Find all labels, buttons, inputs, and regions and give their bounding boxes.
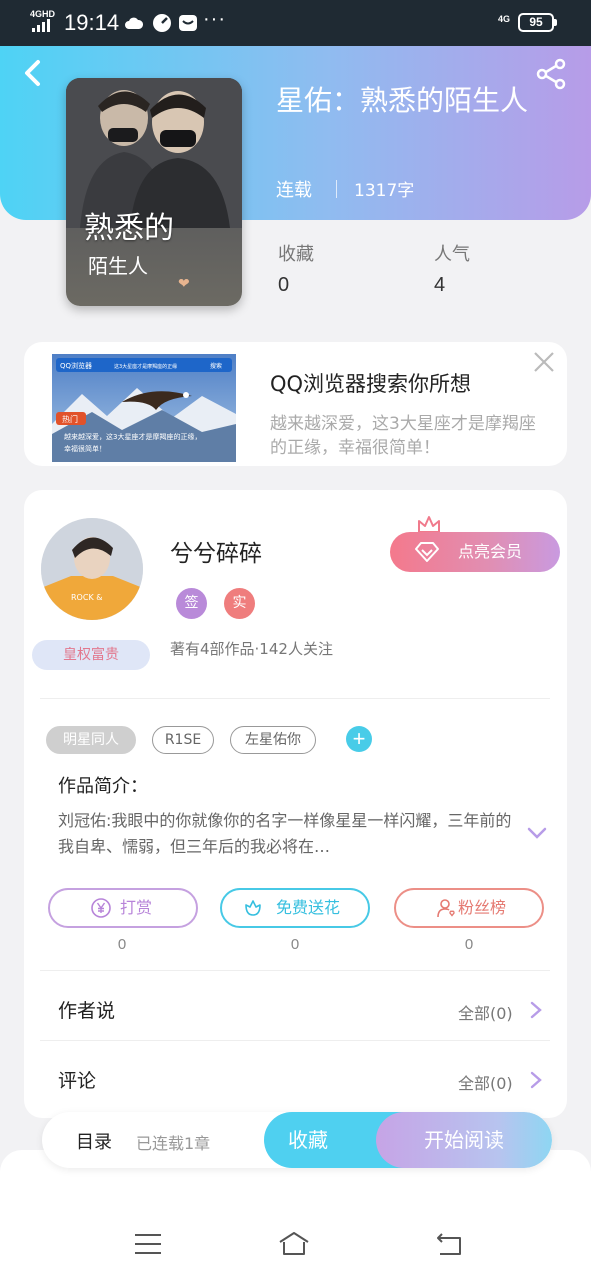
tip-button[interactable]: 打赏	[48, 888, 198, 928]
divider	[336, 180, 337, 198]
author-name[interactable]: 兮兮碎碎	[170, 534, 262, 568]
ad-image-caption-line2: 幸福很简单！	[64, 444, 106, 453]
ad-image: QQ浏览器 这3大星座才是摩羯座的正缘 搜索 热门 越来越深爱，这3大星座才是摩…	[52, 354, 236, 462]
popularity-count: 4	[434, 274, 446, 296]
rank-badge: 皇权富贵	[32, 640, 150, 670]
divider	[40, 970, 550, 971]
ad-image-caption-line1: 越来越深爱，这3大星座才是摩羯座的正缘，	[64, 432, 201, 441]
back-icon[interactable]	[20, 58, 46, 88]
start-reading-button[interactable]: 开始阅读	[376, 1112, 552, 1168]
fan-ranking-label: 粉丝榜	[457, 898, 506, 917]
comments-count: 全部(0)	[458, 1074, 513, 1093]
book-cover[interactable]: 熟悉的 陌生人 ❤	[66, 78, 242, 306]
fan-user-icon	[437, 899, 455, 918]
speed-icon	[153, 14, 171, 32]
tag-chip[interactable]: 明星同人	[46, 726, 136, 754]
verified-badge: 实	[224, 588, 255, 619]
intro-text: 刘冠佑:我眼中的你就像你的名字一样像星星一样闪耀，三年前的我自卑、懦弱，但三年后…	[58, 811, 512, 856]
vip-button-label: 点亮会员	[458, 542, 523, 561]
share-icon[interactable]	[536, 58, 568, 90]
clock: 19:14	[64, 10, 120, 35]
author-stats: 著有4部作品·142人关注	[170, 640, 333, 658]
tip-count: 0	[117, 936, 127, 953]
flower-count: 0	[290, 936, 300, 953]
heart-icon: ❤	[178, 276, 190, 292]
fan-count: 0	[464, 936, 474, 953]
ad-image-hot: 热门	[62, 414, 78, 424]
svg-text:ROCK &: ROCK &	[71, 593, 102, 602]
intro-label: 作品简介：	[58, 776, 148, 797]
tag-chip[interactable]: R1SE	[152, 726, 214, 754]
favorites-label: 收藏	[278, 244, 314, 265]
word-count: 1317字	[354, 181, 415, 201]
ad-banner[interactable]: QQ浏览器 这3大星座才是摩羯座的正缘 搜索 热门 越来越深爱，这3大星座才是摩…	[24, 342, 567, 466]
status-bar: 4GHD 19:14 ··· 4G 95	[0, 0, 591, 46]
divider	[40, 1040, 550, 1041]
book-title: 星佑：熟悉的陌生人	[276, 84, 529, 117]
author-card: ROCK & 皇权富贵 兮兮碎碎 签 实 著有4部作品·142人关注 点亮会员 …	[24, 490, 567, 1118]
toc-button[interactable]: 目录	[76, 1128, 112, 1154]
author-notes-count: 全部(0)	[458, 1004, 513, 1023]
author-notes-label: 作者说	[58, 1000, 116, 1022]
cloud-icon	[125, 17, 144, 29]
send-flower-label: 免费送花	[275, 898, 340, 917]
more-notifications-icon: ···	[203, 8, 226, 30]
battery-icon: 95	[518, 13, 557, 32]
favorites-count: 0	[278, 274, 290, 296]
close-icon[interactable]	[532, 350, 556, 374]
back-nav-icon[interactable]	[434, 1228, 466, 1260]
ad-description: 越来越深爱，这3大星座才是摩羯座 的正缘，幸福很简单！	[270, 414, 536, 458]
tag-chip[interactable]: 左星佑你	[230, 726, 316, 754]
fan-ranking-button[interactable]: 粉丝榜	[394, 888, 544, 928]
network-type: 4GHD	[30, 9, 56, 19]
signal-bars-icon	[32, 19, 50, 32]
flower-icon	[245, 900, 261, 916]
diamond-icon	[415, 542, 439, 562]
vip-button[interactable]: 点亮会员	[390, 532, 560, 572]
cover-title: 熟悉的	[84, 211, 174, 246]
divider	[40, 698, 550, 699]
chevron-right-icon	[530, 1071, 542, 1089]
avatar[interactable]: ROCK &	[41, 518, 143, 620]
home-icon[interactable]	[278, 1228, 310, 1260]
mail-icon	[179, 15, 197, 31]
chevron-right-icon	[530, 1001, 542, 1019]
book-status: 连载	[276, 180, 312, 201]
menu-icon[interactable]	[132, 1228, 164, 1260]
chevron-down-icon[interactable]	[526, 826, 548, 840]
comments-label: 评论	[58, 1070, 97, 1092]
tip-label: 打赏	[119, 898, 152, 917]
signed-badge: 签	[176, 588, 207, 619]
send-flower-button[interactable]: 免费送花	[220, 888, 370, 928]
signal-4g: 4G	[498, 14, 511, 24]
add-tag-button[interactable]: +	[346, 726, 372, 752]
cover-photo	[66, 78, 242, 228]
bottom-action-bar: 目录 已连载1章 收藏 开始阅读	[42, 1112, 552, 1168]
ad-title: QQ浏览器搜索你所想	[270, 372, 472, 396]
navigation-bar	[0, 1150, 591, 1280]
cover-subtitle: 陌生人	[88, 254, 148, 278]
ad-image-search-button: 搜索	[210, 362, 222, 370]
ad-image-brand: QQ浏览器	[60, 361, 92, 370]
popularity-label: 人气	[434, 244, 470, 265]
chapter-count: 已连载1章	[136, 1134, 211, 1153]
yen-coin-icon	[91, 898, 111, 918]
ad-image-search: 这3大星座才是摩羯座的正缘	[114, 363, 177, 370]
